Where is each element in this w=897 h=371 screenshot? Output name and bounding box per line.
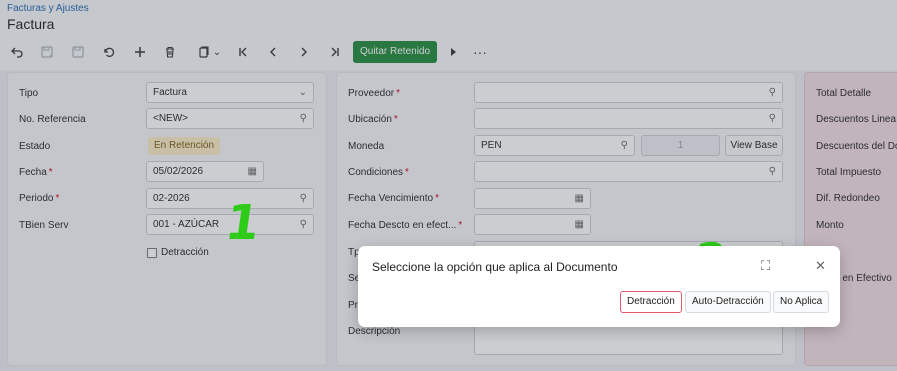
annotation-marker-1: 1 bbox=[222, 195, 264, 251]
dialog-title: Seleccione la opción que aplica al Docum… bbox=[372, 260, 618, 274]
expand-icon[interactable]: ⛶ bbox=[761, 258, 770, 274]
option-dialog: Seleccione la opción que aplica al Docum… bbox=[358, 246, 840, 327]
close-icon[interactable]: ✕ bbox=[815, 258, 826, 274]
detraccion-button[interactable]: Detracción bbox=[620, 291, 682, 313]
no-aplica-button[interactable]: No Aplica bbox=[773, 291, 830, 313]
auto-detraccion-button[interactable]: Auto-Detracción bbox=[685, 291, 771, 313]
